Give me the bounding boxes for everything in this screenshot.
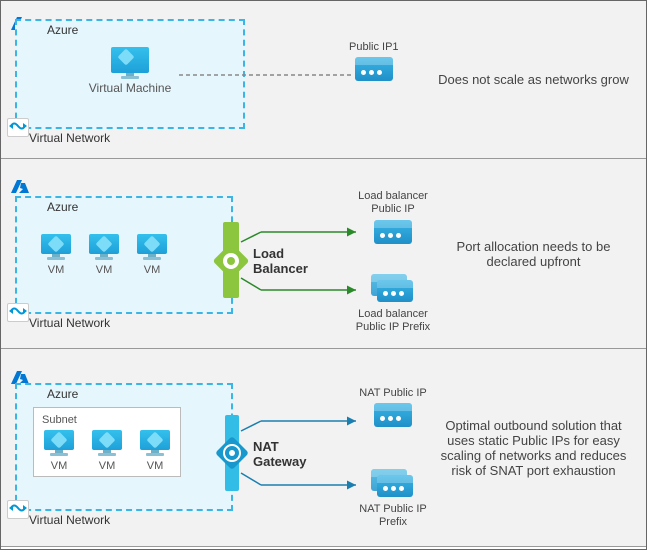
diagram-left: Azure VM VM VM Virtual Network Load Bala… (1, 174, 421, 334)
public-ip-icon (374, 403, 412, 427)
nat-public-ip-prefix-label: NAT Public IP Prefix (351, 503, 435, 529)
vnet-icon (7, 500, 29, 519)
lb-public-ip-label: Load balancer Public IP (351, 190, 435, 216)
public-ip-icon (355, 57, 393, 81)
vm-icon (90, 430, 124, 458)
vnet-icon (7, 303, 29, 322)
arrow-to-pip (241, 417, 361, 435)
vm-group: VM VM VM (39, 234, 217, 276)
vm-1: VM (42, 430, 76, 472)
dashed-connector (179, 73, 354, 77)
vm-icon (87, 234, 121, 262)
virtual-network-box: Azure VM VM VM (15, 196, 233, 314)
vm-2: VM (90, 430, 124, 472)
arrow-to-prefix (241, 469, 361, 491)
diagram-left: Azure Virtual Machine Virtual Network Pu… (1, 11, 421, 149)
virtual-network-box: Azure Subnet VM VM VM (15, 383, 233, 511)
vm-icon (39, 234, 73, 262)
vm-group: VM VM VM (42, 430, 172, 472)
vnet-icon (7, 118, 29, 137)
vm-2: VM (87, 234, 121, 276)
azure-logo-icon (11, 180, 29, 197)
vm-label: VM (147, 460, 164, 472)
vm-1: VM (39, 234, 73, 276)
public-ip-label: Public IP1 (349, 41, 399, 53)
scenario-load-balancer: Azure VM VM VM Virtual Network Load Bala… (1, 159, 646, 349)
diagram-left: Azure Subnet VM VM VM Virtual Network NA… (1, 365, 421, 531)
vm-3: VM (138, 430, 172, 472)
virtual-machine: Virtual Machine (89, 47, 172, 95)
nat-gateway-label: NAT Gateway (253, 439, 313, 470)
vnet-label: Virtual Network (29, 131, 413, 145)
load-balancer-icon (223, 222, 239, 298)
vm-label: VM (51, 460, 68, 472)
subnet-label: Subnet (42, 414, 172, 426)
nat-public-ip-label: NAT Public IP (351, 387, 435, 399)
load-balancer-label: Load Balancer (253, 246, 313, 277)
arrow-to-pip (241, 228, 361, 246)
vm-3: VM (135, 234, 169, 276)
vnet-azure-label: Azure (47, 387, 78, 401)
public-ip-icon (374, 220, 412, 244)
public-ip-prefix-icon (371, 274, 415, 304)
lb-public-ip-prefix-label: Load balancer Public IP Prefix (351, 308, 435, 334)
vm-label: VM (99, 460, 116, 472)
vm-icon (135, 234, 169, 262)
vm-label: VM (48, 264, 65, 276)
arrow-to-prefix (241, 274, 361, 296)
subnet-box: Subnet VM VM VM (33, 407, 181, 477)
scenario-nat-gateway: Azure Subnet VM VM VM Virtual Network NA… (1, 349, 646, 547)
vm-icon (138, 430, 172, 458)
vm-label: Virtual Machine (89, 81, 172, 95)
vm-label: VM (144, 264, 161, 276)
vm-icon (110, 47, 150, 79)
nat-gateway-icon (225, 415, 239, 491)
vm-icon (42, 430, 76, 458)
vnet-azure-label: Azure (47, 200, 78, 214)
scenario-vm-direct: Azure Virtual Machine Virtual Network Pu… (1, 1, 646, 159)
description: Optimal outbound solution that uses stat… (421, 406, 646, 490)
vm-label: VM (96, 264, 113, 276)
description: Port allocation needs to be declared upf… (421, 227, 646, 281)
public-ip-prefix-icon (371, 469, 415, 499)
description: Does not scale as networks grow (421, 60, 646, 99)
vnet-azure-label: Azure (47, 23, 78, 37)
